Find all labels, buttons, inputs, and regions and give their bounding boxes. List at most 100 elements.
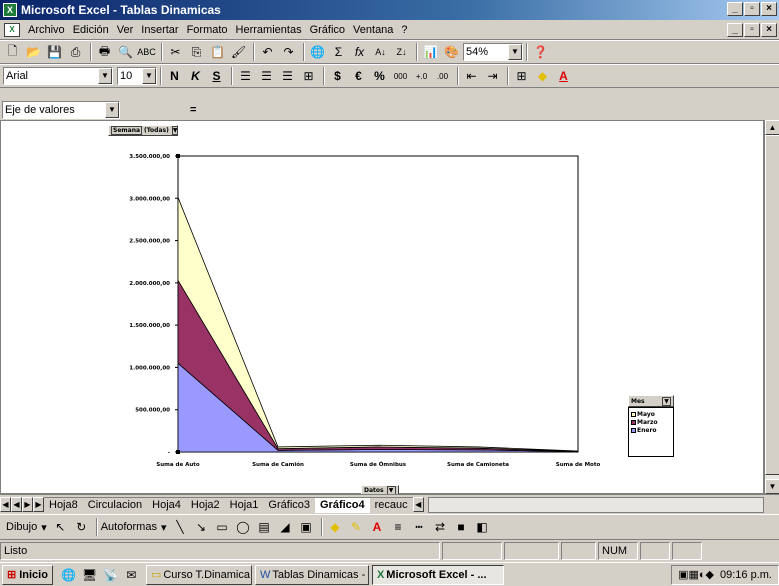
save-icon[interactable]: 💾 — [45, 43, 64, 62]
outlook-icon[interactable]: ✉ — [122, 565, 141, 584]
channel-icon[interactable]: 📡 — [101, 565, 120, 584]
series-field-button[interactable]: Mes ▼ — [628, 395, 674, 407]
start-button[interactable]: ⊞ Inicio — [2, 564, 53, 585]
doc-close-button[interactable]: × — [761, 23, 777, 37]
hyperlink-icon[interactable]: 🌐 — [308, 43, 327, 62]
font-color-icon[interactable]: A — [368, 518, 387, 537]
merge-icon[interactable]: ⊞ — [299, 67, 318, 86]
tab-circulacion[interactable]: Circulacion — [82, 496, 148, 513]
doc-minimize-button[interactable]: _ — [727, 23, 743, 37]
menu-archivo[interactable]: Archivo — [24, 24, 69, 36]
vertical-scrollbar[interactable]: ▲ ▼ — [764, 120, 779, 494]
chevron-down-icon[interactable]: ▼ — [98, 68, 112, 84]
arrow-icon[interactable]: ↘ — [192, 518, 211, 537]
open-icon[interactable]: 📂 — [24, 43, 43, 62]
autoformas-menu[interactable]: Autoformas — [101, 521, 157, 533]
underline-icon[interactable]: S — [207, 67, 226, 86]
font-color-icon[interactable]: A — [554, 67, 573, 86]
tab-grafico4[interactable]: Gráfico4 — [315, 496, 370, 513]
fill-color-icon[interactable]: ◆ — [326, 518, 345, 537]
tab-hoja2[interactable]: Hoja2 — [185, 496, 225, 513]
menu-edicion[interactable]: Edición — [69, 24, 113, 36]
horizontal-scrollbar[interactable] — [427, 496, 764, 513]
align-right-icon[interactable]: ☰ — [278, 67, 297, 86]
copy-icon[interactable]: ⎘ — [187, 43, 206, 62]
fill-color-icon[interactable]: ◆ — [533, 67, 552, 86]
next-sheet-icon[interactable]: ▶ — [22, 497, 33, 512]
outdent-icon[interactable]: ⇤ — [462, 67, 481, 86]
web-icon[interactable]: ⎙ — [66, 43, 85, 62]
wordart-icon[interactable]: ◢ — [276, 518, 295, 537]
undo-icon[interactable]: ↶ — [258, 43, 277, 62]
new-icon[interactable]: 🗋 — [3, 43, 22, 62]
arrow-style-icon[interactable]: ⇄ — [431, 518, 450, 537]
currency-icon[interactable]: $ — [328, 67, 347, 86]
function-icon[interactable]: fx — [350, 43, 369, 62]
menu-insertar[interactable]: Insertar — [137, 24, 182, 36]
chart-legend[interactable]: Mayo Marzo Enero — [628, 407, 674, 457]
last-sheet-icon[interactable]: ▶ — [33, 497, 44, 512]
rectangle-icon[interactable]: ▭ — [213, 518, 232, 537]
oval-icon[interactable]: ◯ — [234, 518, 253, 537]
doc-restore-button[interactable]: ▫ — [744, 23, 760, 37]
minimize-button[interactable]: _ — [727, 2, 743, 16]
thousands-icon[interactable]: 000 — [391, 67, 410, 86]
desktop-icon[interactable]: 🖥 — [80, 565, 99, 584]
percent-icon[interactable]: % — [370, 67, 389, 86]
scroll-thumb[interactable] — [765, 135, 779, 475]
format-painter-icon[interactable]: 🖌 — [229, 43, 248, 62]
prev-sheet-icon[interactable]: ◀ — [11, 497, 22, 512]
select-objects-icon[interactable]: ↖ — [51, 518, 70, 537]
tab-scroll-icon[interactable]: ◀ — [412, 497, 424, 512]
textbox-icon[interactable]: ▤ — [255, 518, 274, 537]
autosum-icon[interactable]: Σ — [329, 43, 348, 62]
font-size-combo[interactable]: 10 ▼ — [117, 67, 157, 85]
print-icon[interactable]: 🖶 — [95, 43, 114, 62]
tab-grafico3[interactable]: Gráfico3 — [263, 496, 315, 513]
dash-style-icon[interactable]: ┅ — [410, 518, 429, 537]
scroll-up-icon[interactable]: ▲ — [765, 120, 779, 135]
chevron-down-icon[interactable]: ▼ — [662, 396, 671, 406]
chevron-down-icon[interactable]: ▼ — [105, 102, 119, 118]
increase-decimal-icon[interactable]: +.0 — [412, 67, 431, 86]
shadow-icon[interactable]: ■ — [452, 518, 471, 537]
italic-icon[interactable]: K — [186, 67, 205, 86]
clipart-icon[interactable]: ▣ — [297, 518, 316, 537]
dibujo-menu[interactable]: Dibujo — [6, 521, 37, 533]
tab-hoja8[interactable]: Hoja8 — [44, 496, 83, 513]
chevron-down-icon[interactable]: ▼ — [508, 44, 522, 60]
task-word[interactable]: W Tablas Dinamicas - Mi... — [254, 564, 369, 585]
align-left-icon[interactable]: ☰ — [236, 67, 255, 86]
task-excel[interactable]: X Microsoft Excel - ... — [371, 564, 504, 585]
tray-icons[interactable]: ▣▦◐◆ — [678, 568, 714, 581]
tab-recauc[interactable]: recauc — [369, 496, 413, 513]
redo-icon[interactable]: ↷ — [279, 43, 298, 62]
drawing-icon[interactable]: 🎨 — [442, 43, 461, 62]
sort-asc-icon[interactable]: A↓ — [371, 43, 390, 62]
paste-icon[interactable]: 📋 — [208, 43, 227, 62]
indent-icon[interactable]: ⇥ — [483, 67, 502, 86]
tab-hoja1[interactable]: Hoja1 — [224, 496, 264, 513]
chart-wizard-icon[interactable]: 📊 — [421, 43, 440, 62]
help-icon[interactable]: ❓ — [531, 43, 550, 62]
menu-herramientas[interactable]: Herramientas — [232, 24, 306, 36]
restore-button[interactable]: ▫ — [744, 2, 760, 16]
close-button[interactable]: × — [761, 2, 777, 16]
sort-desc-icon[interactable]: Z↓ — [392, 43, 411, 62]
3d-icon[interactable]: ◧ — [473, 518, 492, 537]
spelling-icon[interactable]: ABC — [137, 43, 156, 62]
chevron-down-icon[interactable]: ▼ — [171, 126, 179, 135]
menu-ver[interactable]: Ver — [113, 24, 138, 36]
decrease-decimal-icon[interactable]: .00 — [433, 67, 452, 86]
preview-icon[interactable]: 🔍 — [116, 43, 135, 62]
euro-icon[interactable]: € — [349, 67, 368, 86]
line-icon[interactable]: ╲ — [171, 518, 190, 537]
free-rotate-icon[interactable]: ↻ — [72, 518, 91, 537]
cut-icon[interactable]: ✂ — [166, 43, 185, 62]
browser-icon[interactable]: 🌐 — [59, 565, 78, 584]
align-center-icon[interactable]: ☰ — [257, 67, 276, 86]
workbook-icon[interactable]: X — [4, 22, 20, 37]
line-color-icon[interactable]: ✎ — [347, 518, 366, 537]
name-box[interactable]: Eje de valores ▼ — [2, 101, 120, 119]
font-combo[interactable]: Arial ▼ — [3, 67, 113, 85]
